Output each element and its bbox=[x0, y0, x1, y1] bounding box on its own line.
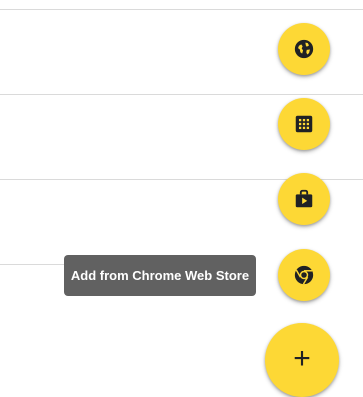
add-android-app-button[interactable] bbox=[278, 98, 330, 150]
plus-icon: + bbox=[293, 342, 311, 375]
list-divider bbox=[0, 264, 70, 265]
list-divider bbox=[0, 94, 363, 95]
tooltip: Add from Chrome Web Store bbox=[64, 255, 256, 296]
add-from-play-store-button[interactable] bbox=[278, 173, 330, 225]
add-from-web-button[interactable] bbox=[278, 23, 330, 75]
shopping-bag-icon bbox=[295, 189, 313, 208]
list-divider bbox=[0, 9, 363, 10]
add-fab-button[interactable]: + bbox=[265, 323, 339, 397]
chrome-icon bbox=[294, 265, 314, 285]
add-from-chrome-web-store-button[interactable] bbox=[278, 249, 330, 301]
grid-apps-icon bbox=[295, 115, 313, 133]
globe-icon bbox=[294, 39, 314, 59]
